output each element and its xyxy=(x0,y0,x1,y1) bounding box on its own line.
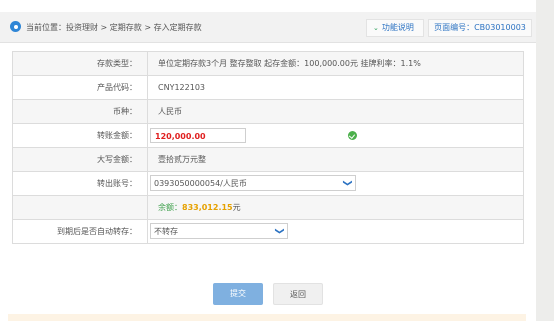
out-account-label: 转出账号： xyxy=(13,172,148,195)
balance-value: 833,012.15 xyxy=(182,203,233,212)
page-right-gutter xyxy=(536,0,554,321)
auto-renew-select[interactable]: 不转存 ❯ xyxy=(150,223,288,239)
transfer-amount-input[interactable]: 120,000.00 xyxy=(150,128,246,143)
row-amount-words: 大写金额： 壹拾贰万元整 xyxy=(12,148,524,172)
chevron-down-icon: ❯ xyxy=(274,227,284,235)
check-circle-icon xyxy=(348,131,357,140)
balance-spacer xyxy=(13,196,148,219)
chevron-down-icon: ⌄ xyxy=(373,24,379,32)
location-icon xyxy=(10,21,21,32)
balance-unit: 元 xyxy=(232,203,241,212)
function-help-label: 功能说明 xyxy=(381,23,414,32)
chevron-down-icon: ❯ xyxy=(342,179,352,187)
row-out-account: 转出账号： 0393050000054/人民币 ❯ xyxy=(12,172,524,196)
balance-label: 余额： xyxy=(158,203,182,212)
amount-words-value: 壹拾贰万元整 xyxy=(158,155,206,164)
row-currency: 币种： 人民币 xyxy=(12,100,524,124)
out-account-value: 0393050000054/人民币 xyxy=(154,179,247,188)
amount-words-label: 大写金额： xyxy=(13,148,148,171)
auto-renew-cell: 不转存 ❯ xyxy=(148,220,523,243)
auto-renew-value: 不转存 xyxy=(154,227,178,236)
function-help-button[interactable]: ⌄ 功能说明 xyxy=(366,19,424,37)
currency-label: 币种： xyxy=(13,100,148,123)
submit-button[interactable]: 提交 xyxy=(213,283,263,305)
currency-value: 人民币 xyxy=(158,107,182,116)
row-transfer-amount: 转账金额： 120,000.00 xyxy=(12,124,524,148)
deposit-type-label: 存款类型： xyxy=(13,52,148,75)
row-deposit-type: 存款类型： 单位定期存款3个月 整存整取 起存金额：100,000.00元 挂牌… xyxy=(12,51,524,76)
auto-renew-label: 到期后是否自动转存： xyxy=(13,220,148,243)
back-button[interactable]: 返回 xyxy=(273,283,323,305)
transfer-amount-cell: 120,000.00 xyxy=(148,124,523,147)
deposit-type-value: 单位定期存款3个月 整存整取 起存金额：100,000.00元 挂牌利率：1.1… xyxy=(158,59,421,68)
transfer-amount-label: 转账金额： xyxy=(13,124,148,147)
deposit-form: 存款类型： 单位定期存款3个月 整存整取 起存金额：100,000.00元 挂牌… xyxy=(12,51,524,244)
breadcrumb: 当前位置：投资理财 > 定期存款 > 存入定期存款 xyxy=(26,23,202,32)
product-code-value: CNY122103 xyxy=(158,83,205,92)
row-auto-renew: 到期后是否自动转存： 不转存 ❯ xyxy=(12,220,524,244)
page-number-badge: 页面编号：CB03010003 xyxy=(428,19,532,37)
product-code-label: 产品代码： xyxy=(13,76,148,99)
out-account-cell: 0393050000054/人民币 ❯ xyxy=(148,172,523,195)
main-panel: 当前位置：投资理财 > 定期存款 > 存入定期存款 ⌄ 功能说明 页面编号：CB0… xyxy=(0,0,536,321)
bottom-notice-strip xyxy=(8,314,526,321)
out-account-select[interactable]: 0393050000054/人民币 ❯ xyxy=(150,175,356,191)
row-product-code: 产品代码： CNY122103 xyxy=(12,76,524,100)
location-bar: 当前位置：投资理财 > 定期存款 > 存入定期存款 ⌄ 功能说明 页面编号：CB0… xyxy=(0,12,536,43)
balance-cell: 余额：833,012.15元 xyxy=(148,196,523,219)
row-balance: 余额：833,012.15元 xyxy=(12,196,524,220)
